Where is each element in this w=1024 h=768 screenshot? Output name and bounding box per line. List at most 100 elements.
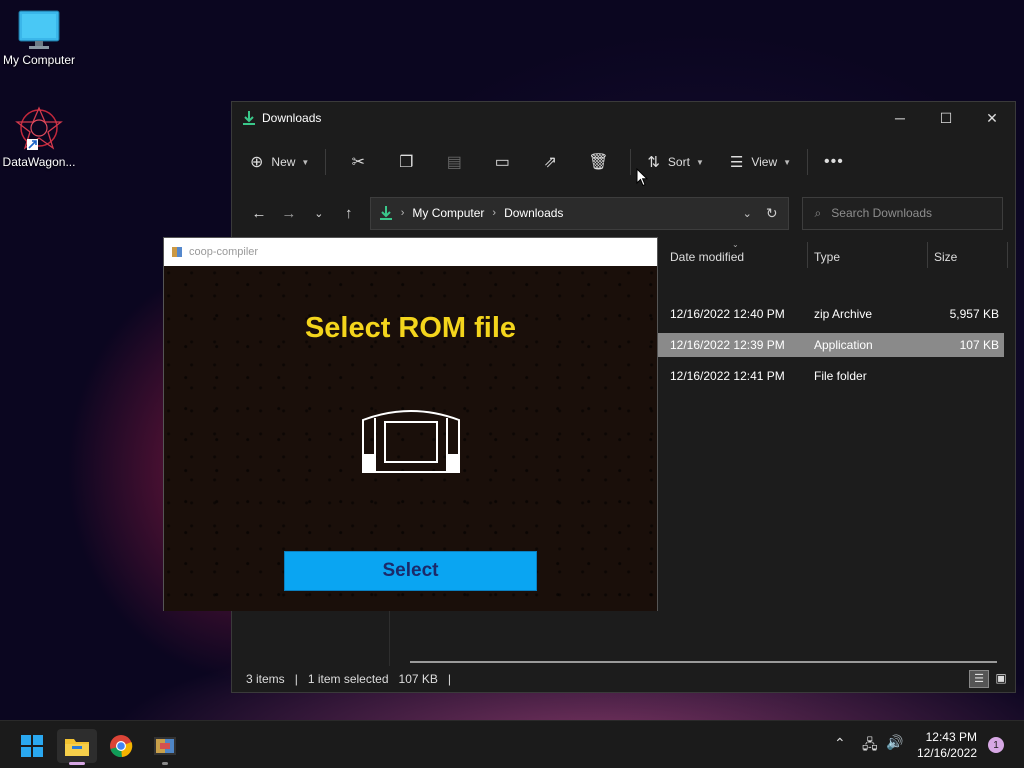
recent-locations-button[interactable]: ⌄ bbox=[304, 207, 334, 220]
coop-compiler-dialog: coop-compiler Select ROM file Select bbox=[163, 237, 658, 611]
taskbar: ⌃ 🖧 🔊 12:43 PM 12/16/2022 1 bbox=[0, 720, 1024, 768]
tiles-view-button[interactable]: ▣ bbox=[991, 670, 1011, 688]
close-button[interactable]: ✕ bbox=[969, 102, 1015, 134]
new-button[interactable]: ⊕ New ▼ bbox=[246, 146, 317, 178]
desktop-icon-label: DataWagon... bbox=[2, 155, 76, 169]
status-bar: 3 items | 1 item selected 107 KB | ☰ ▣ bbox=[232, 666, 1015, 692]
forward-button[interactable]: → bbox=[274, 205, 304, 222]
column-divider[interactable] bbox=[807, 242, 808, 268]
more-dots-icon: ••• bbox=[824, 153, 844, 170]
selection-size: 107 KB bbox=[398, 672, 438, 686]
see-more-button[interactable]: ••• bbox=[816, 146, 852, 178]
clock-time: 12:43 PM bbox=[925, 730, 977, 744]
clock-date: 12/16/2022 bbox=[916, 746, 977, 760]
file-type: zip Archive bbox=[814, 307, 873, 321]
download-icon bbox=[379, 206, 392, 220]
sort-button[interactable]: ⇅ Sort ▼ bbox=[639, 146, 712, 178]
datawagon-logo-icon bbox=[15, 106, 63, 150]
chevron-right-icon: › bbox=[492, 207, 497, 219]
plus-circle-icon: ⊕ bbox=[250, 154, 264, 171]
status-divider: | bbox=[294, 672, 298, 686]
toolbar-divider bbox=[325, 149, 327, 175]
details-view-button[interactable]: ☰ bbox=[969, 670, 989, 688]
notification-badge[interactable]: 1 bbox=[988, 737, 1004, 753]
arrow-up-icon: ↑ bbox=[344, 204, 353, 222]
file-row-selected[interactable]: 12/16/2022 12:39 PM Application 107 KB bbox=[658, 333, 1004, 357]
up-button[interactable]: ↑ bbox=[334, 205, 364, 222]
scissors-icon: ✂ bbox=[351, 154, 366, 171]
desktop-icon-my-computer[interactable]: My Computer bbox=[0, 10, 78, 67]
sort-label: Sort bbox=[667, 155, 690, 169]
rom-cartridge-icon bbox=[362, 410, 460, 473]
taskbar-file-explorer[interactable] bbox=[57, 729, 97, 765]
file-date: 12/16/2022 12:39 PM bbox=[670, 338, 785, 352]
new-label: New bbox=[271, 155, 296, 169]
refresh-icon[interactable]: ↻ bbox=[766, 205, 778, 222]
breadcrumb-item[interactable]: My Computer bbox=[412, 206, 484, 220]
address-dropdown-icon[interactable]: ⌄ bbox=[743, 207, 752, 220]
paste-button[interactable]: ▤ bbox=[430, 146, 478, 178]
cut-button[interactable]: ✂ bbox=[334, 146, 382, 178]
address-bar[interactable]: › My Computer › Downloads ⌄ ↻ bbox=[369, 196, 789, 230]
dialog-heading: Select ROM file bbox=[304, 312, 517, 344]
copy-button[interactable]: ❐ bbox=[382, 146, 430, 178]
rename-icon: ▭ bbox=[494, 154, 510, 171]
selection-count: 1 item selected bbox=[307, 672, 389, 686]
column-divider[interactable] bbox=[927, 242, 928, 268]
dialog-title: coop-compiler bbox=[189, 246, 259, 258]
folder-icon bbox=[65, 739, 89, 756]
select-button[interactable]: Select bbox=[284, 551, 537, 591]
breadcrumb-item[interactable]: Downloads bbox=[504, 206, 563, 220]
volume-icon[interactable]: 🔊 bbox=[886, 734, 903, 751]
search-placeholder: Search Downloads bbox=[831, 206, 933, 220]
chevron-down-icon: ⌄ bbox=[314, 207, 324, 220]
app-icon bbox=[172, 247, 182, 257]
dialog-body: Select ROM file Select bbox=[164, 266, 657, 611]
show-hidden-icons-button[interactable]: ⌃ bbox=[834, 735, 846, 752]
file-type: Application bbox=[814, 338, 873, 352]
title-bar[interactable]: Downloads ─ ☐ ✕ bbox=[232, 102, 1015, 134]
window-title: Downloads bbox=[262, 111, 322, 125]
search-box[interactable]: ⌕ Search Downloads bbox=[801, 196, 1004, 230]
toolbar-divider bbox=[807, 149, 809, 175]
clock[interactable]: 12:43 PM 12/16/2022 bbox=[917, 729, 977, 761]
copy-icon: ❐ bbox=[399, 154, 414, 171]
network-icon[interactable]: 🖧 bbox=[862, 734, 878, 758]
active-indicator bbox=[69, 762, 85, 765]
column-header-date-modified[interactable]: Date modified bbox=[670, 242, 744, 272]
list-view-icon: ☰ bbox=[729, 154, 744, 171]
chrome-icon bbox=[110, 735, 133, 758]
desktop-icon-datawagon[interactable]: DataWagon... bbox=[0, 106, 78, 169]
file-size: 5,957 KB bbox=[949, 307, 999, 321]
taskbar-coop-compiler[interactable] bbox=[145, 729, 185, 765]
column-header-type[interactable]: Type bbox=[814, 242, 840, 272]
chevron-down-icon: ▼ bbox=[301, 157, 310, 167]
start-button[interactable] bbox=[12, 729, 52, 763]
horizontal-scrollbar[interactable] bbox=[410, 661, 997, 663]
desktop-icon-label: My Computer bbox=[2, 53, 76, 67]
navigation-row: ← → ⌄ ↑ › My Computer › Downloads ⌄ ↻ ⌕ … bbox=[232, 190, 1015, 236]
arrow-left-icon: ← bbox=[251, 204, 267, 222]
mouse-cursor-icon bbox=[636, 168, 648, 187]
view-label: View bbox=[751, 155, 778, 169]
taskbar-chrome[interactable] bbox=[101, 729, 141, 763]
maximize-button[interactable]: ☐ bbox=[923, 102, 969, 134]
view-button[interactable]: ☰ View ▼ bbox=[722, 146, 799, 178]
file-row[interactable]: 12/16/2022 12:40 PM zip Archive 5,957 KB bbox=[658, 302, 1004, 326]
column-divider[interactable] bbox=[1007, 242, 1008, 268]
chevron-right-icon: › bbox=[400, 207, 405, 219]
file-type: File folder bbox=[814, 369, 867, 383]
command-bar: ⊕ New ▼ ✂ ❐ ▤ ▭ ⇗ 🗑 ⇅ Sort ▼ ☰ View ▼ ••… bbox=[232, 134, 1015, 190]
minimize-button[interactable]: ─ bbox=[877, 102, 923, 134]
chevron-down-icon: ▼ bbox=[783, 157, 792, 167]
back-button[interactable]: ← bbox=[244, 205, 274, 222]
download-icon bbox=[243, 111, 255, 125]
delete-button[interactable]: 🗑 bbox=[574, 146, 622, 178]
share-button[interactable]: ⇗ bbox=[526, 146, 574, 178]
file-row[interactable]: 12/16/2022 12:41 PM File folder bbox=[658, 364, 1004, 388]
item-count: 3 items bbox=[246, 672, 285, 686]
dialog-title-bar[interactable]: coop-compiler bbox=[164, 238, 657, 266]
column-header-size[interactable]: Size bbox=[934, 242, 957, 272]
chevron-down-icon: ▼ bbox=[695, 157, 704, 167]
rename-button[interactable]: ▭ bbox=[478, 146, 526, 178]
